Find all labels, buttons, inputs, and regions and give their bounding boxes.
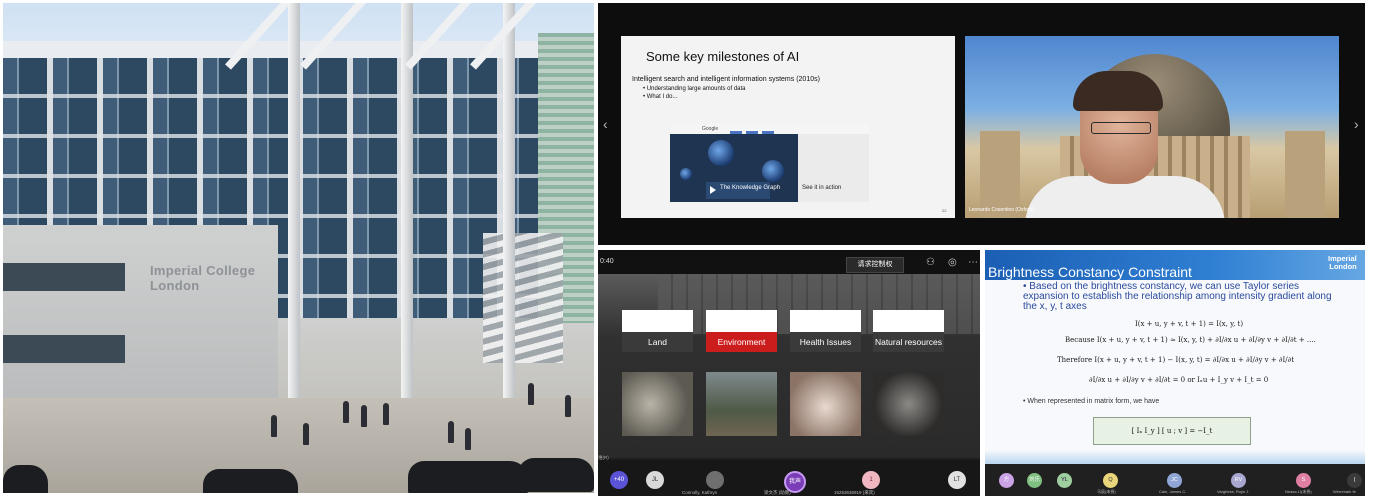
slide-title: Some key milestones of AI bbox=[646, 49, 800, 64]
parked-car bbox=[518, 458, 594, 492]
meeting-toolbar bbox=[598, 250, 980, 274]
search-logo: Google bbox=[702, 126, 719, 132]
knowledge-graph-screenshot: Google The Knowledge Graph See it in act… bbox=[670, 124, 869, 202]
more-icon[interactable]: ⋯ bbox=[968, 257, 978, 268]
online-class-window: 0:40 请求控制权 ⚇ ◎ ⋯ Land Environment Health… bbox=[598, 250, 980, 496]
participant-avatar[interactable]: 刘乐 bbox=[1027, 473, 1042, 488]
slide-bullet: • What I do... bbox=[643, 94, 678, 100]
chat-icon[interactable]: ◎ bbox=[948, 257, 957, 268]
vision-lecture-slide: Brightness Constancy Constraint Imperial… bbox=[985, 250, 1365, 496]
parked-car bbox=[203, 469, 298, 493]
canopy-pillar bbox=[288, 3, 300, 433]
parked-car bbox=[408, 461, 528, 493]
slide-title: Brightness Constancy Constraint bbox=[988, 264, 1192, 280]
equation-1: I(x + u, y + v, t + 1) = I(x, y, t) bbox=[1135, 320, 1244, 328]
participant-avatar[interactable] bbox=[706, 471, 724, 489]
participant-name: Connolly, Kathryn bbox=[682, 490, 718, 495]
result-tab bbox=[746, 131, 758, 134]
category-environment: Environment bbox=[706, 332, 777, 352]
result-tab bbox=[730, 131, 742, 134]
category-land: Land bbox=[622, 332, 693, 352]
sign-line-2: London bbox=[150, 278, 200, 293]
block-window bbox=[3, 335, 125, 363]
resources-photo bbox=[873, 372, 944, 436]
college-logo: Imperial London bbox=[1328, 255, 1357, 271]
equation-4: ∂I/∂x u + ∂I/∂y v + ∂I/∂t = 0 or Iₓu + I… bbox=[1089, 376, 1269, 384]
results-panel bbox=[798, 134, 869, 202]
slide-subtitle: Intelligent search and intelligent infor… bbox=[632, 76, 820, 83]
participant-avatar[interactable]: 1 bbox=[862, 471, 880, 489]
participant-avatar[interactable]: YL bbox=[1057, 473, 1072, 488]
pedestrian bbox=[528, 383, 534, 405]
participant-avatar[interactable]: 方 bbox=[999, 473, 1014, 488]
slide-page-number: 22 bbox=[942, 208, 947, 213]
pollution-photo bbox=[706, 372, 777, 436]
health-photo bbox=[790, 372, 861, 436]
matrix-equation: [ Iₓ I_y ] [ u ; v ] = −I_t bbox=[1093, 417, 1251, 445]
prev-arrow-icon[interactable]: ‹ bbox=[603, 116, 608, 132]
participant-name: 15253636919 (来宾) bbox=[834, 490, 875, 495]
land-photo bbox=[622, 372, 693, 436]
participant-avatar[interactable]: S bbox=[1296, 473, 1311, 488]
request-control-button[interactable]: 请求控制权 bbox=[846, 257, 904, 273]
lecture-slide: Some key milestones of AI Intelligent se… bbox=[621, 36, 955, 218]
parked-car bbox=[3, 465, 48, 493]
category-resources: Natural resources bbox=[873, 332, 944, 352]
canopy-pillar bbox=[503, 3, 515, 433]
graph-node-icon bbox=[762, 160, 784, 182]
participant-avatar[interactable]: LT bbox=[948, 471, 966, 489]
next-arrow-icon[interactable]: › bbox=[1354, 116, 1359, 132]
participant-name: Neasa LI(未授) bbox=[1285, 489, 1312, 494]
result-tab bbox=[762, 131, 774, 134]
participant-name: Varghese, Rojin J. bbox=[1217, 489, 1250, 494]
pedestrian bbox=[565, 395, 571, 417]
category-health: Health Issues bbox=[790, 332, 861, 352]
participant-name: Wernmark fe bbox=[1333, 489, 1356, 494]
pedestrian bbox=[343, 401, 349, 423]
graph-node-icon bbox=[680, 168, 692, 180]
see-in-action-label: See it in action bbox=[802, 185, 842, 191]
participant-name: Cain, James C. bbox=[1159, 489, 1187, 494]
concrete-block bbox=[3, 225, 278, 403]
college-tower bbox=[980, 131, 1020, 218]
more-participants-badge[interactable]: +40 bbox=[610, 471, 628, 489]
slide-bullet: • Based on the brightness constancy, we … bbox=[1023, 281, 1332, 312]
equation-3: Therefore I(x + u, y + v, t + 1) − I(x, … bbox=[1057, 356, 1295, 364]
participant-avatar[interactable]: Q bbox=[1103, 473, 1118, 488]
participant-name: 梁文杰 (助教) bbox=[764, 490, 791, 495]
play-icon bbox=[710, 186, 716, 194]
participant-name: 马辰(未授) bbox=[1097, 489, 1116, 494]
meeting-timer: 0:40 bbox=[600, 258, 614, 265]
sign-line-1: Imperial College bbox=[150, 263, 256, 278]
external-staircase bbox=[483, 233, 563, 363]
participants-icon[interactable]: ⚇ bbox=[926, 257, 935, 268]
college-tower bbox=[1285, 131, 1325, 218]
lecture-stream: ‹ Some key milestones of AI Intelligent … bbox=[598, 3, 1365, 245]
participant-avatar[interactable]: RV bbox=[1231, 473, 1246, 488]
building-photo: Imperial College London bbox=[3, 3, 594, 493]
slide-bullet-2: • When represented in matrix form, we ha… bbox=[1023, 398, 1160, 405]
knowledge-graph-label: The Knowledge Graph bbox=[720, 185, 781, 191]
college-sign: Imperial College London bbox=[150, 263, 255, 293]
pedestrian bbox=[271, 415, 277, 437]
speaker-video: Leonardo Cosentino (Oxford) bbox=[965, 36, 1339, 218]
logo-line-2: London bbox=[1329, 262, 1357, 271]
speaker-name-tag: Leonardo Cosentino (Oxford) bbox=[969, 207, 1034, 213]
pedestrian bbox=[303, 423, 309, 445]
participant-avatar[interactable]: JL bbox=[646, 471, 664, 489]
equation-2: Because I(x + u, y + v, t + 1) ≈ I(x, y,… bbox=[1065, 336, 1316, 344]
graph-node-icon bbox=[708, 140, 734, 166]
block-window bbox=[3, 263, 125, 291]
pedestrian bbox=[383, 403, 389, 425]
participant-avatar[interactable]: JC bbox=[1167, 473, 1182, 488]
speaker-hair bbox=[1073, 71, 1163, 111]
pedestrian bbox=[448, 421, 454, 443]
pedestrian bbox=[465, 428, 471, 450]
slide-bullet: • Understanding large amounts of data bbox=[643, 86, 746, 92]
pedestrian bbox=[361, 405, 367, 427]
participant-avatar[interactable]: ( bbox=[1347, 473, 1362, 488]
speaker-glasses bbox=[1091, 122, 1151, 134]
